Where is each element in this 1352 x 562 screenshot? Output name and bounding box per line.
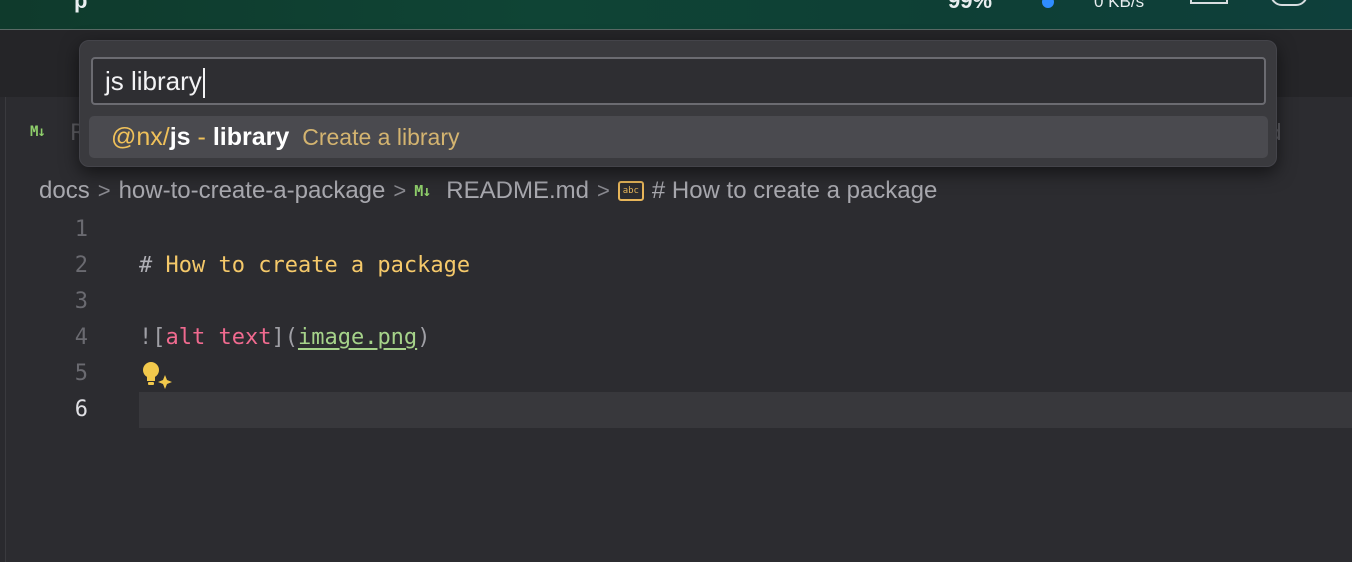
menubar-percent: 99% (948, 0, 993, 13)
line-number: 1 (74, 217, 88, 242)
chevron-right-icon: > (596, 178, 610, 203)
image-close-paren: ) (417, 325, 431, 350)
image-open-bracket: ![ (139, 325, 166, 350)
result-scope: @nx/ (111, 122, 170, 151)
heading-text: How to create a package (165, 253, 471, 278)
code-line[interactable]: 2 # How to create a package (6, 248, 1352, 284)
markdown-file-icon: M↓ (414, 182, 431, 200)
image-link[interactable]: image.png (298, 325, 417, 350)
line-number: 5 (74, 361, 88, 386)
heading-marker: # (139, 253, 166, 278)
breadcrumb-item-folder[interactable]: how-to-create-a-package (119, 177, 386, 205)
code-line[interactable]: 1 (6, 212, 1352, 248)
status-dot-icon (1042, 0, 1054, 8)
image-alt-text: alt text (165, 325, 272, 350)
line-number: 3 (74, 289, 88, 314)
text-caret (202, 68, 205, 99)
breadcrumb-item-symbol[interactable]: # How to create a package (652, 177, 938, 205)
chevron-right-icon: > (97, 178, 111, 203)
chevron-right-icon: > (393, 178, 407, 203)
menubar-left-fragment: p (74, 0, 88, 13)
code-line[interactable]: 5 (6, 356, 1352, 392)
result-match-library: library (212, 122, 290, 151)
markdown-file-icon: M↓ (30, 124, 46, 140)
lightbulb-sparkle-icon[interactable] (139, 359, 175, 389)
string-symbol-icon: abc (617, 181, 644, 201)
line-number: 6 (74, 397, 88, 422)
code-editor[interactable]: 1 2 # How to create a package 3 4 ![alt … (6, 212, 1352, 428)
result-description: Create a library (302, 123, 460, 150)
breadcrumb-item-file[interactable]: README.md (446, 177, 589, 205)
memory-icon[interactable] (1190, 0, 1228, 4)
line-number: 4 (74, 325, 88, 350)
menubar-network-speed: 0 KB/s (1094, 0, 1145, 11)
quick-pick: js library @nx/js - library Create a lib… (79, 40, 1277, 167)
result-separator: - (190, 122, 213, 151)
result-match-js: js (169, 122, 191, 151)
quick-pick-input-value: js library (105, 66, 202, 96)
quick-pick-item[interactable]: @nx/js - library Create a library (89, 116, 1268, 158)
quick-pick-input[interactable]: js library (91, 57, 1266, 105)
image-mid-bracket: ]( (271, 325, 298, 350)
code-line[interactable]: 4 ![alt text](image.png) (6, 320, 1352, 356)
battery-icon[interactable] (1270, 0, 1308, 6)
line-number: 2 (74, 253, 88, 278)
breadcrumb-item-docs[interactable]: docs (39, 177, 90, 205)
code-line[interactable]: 3 (6, 284, 1352, 320)
system-menubar: p 99% 0 KB/s (0, 0, 1352, 30)
code-line-current[interactable]: 6 (75, 392, 1352, 428)
breadcrumb: docs > how-to-create-a-package > M↓ READ… (39, 175, 937, 207)
